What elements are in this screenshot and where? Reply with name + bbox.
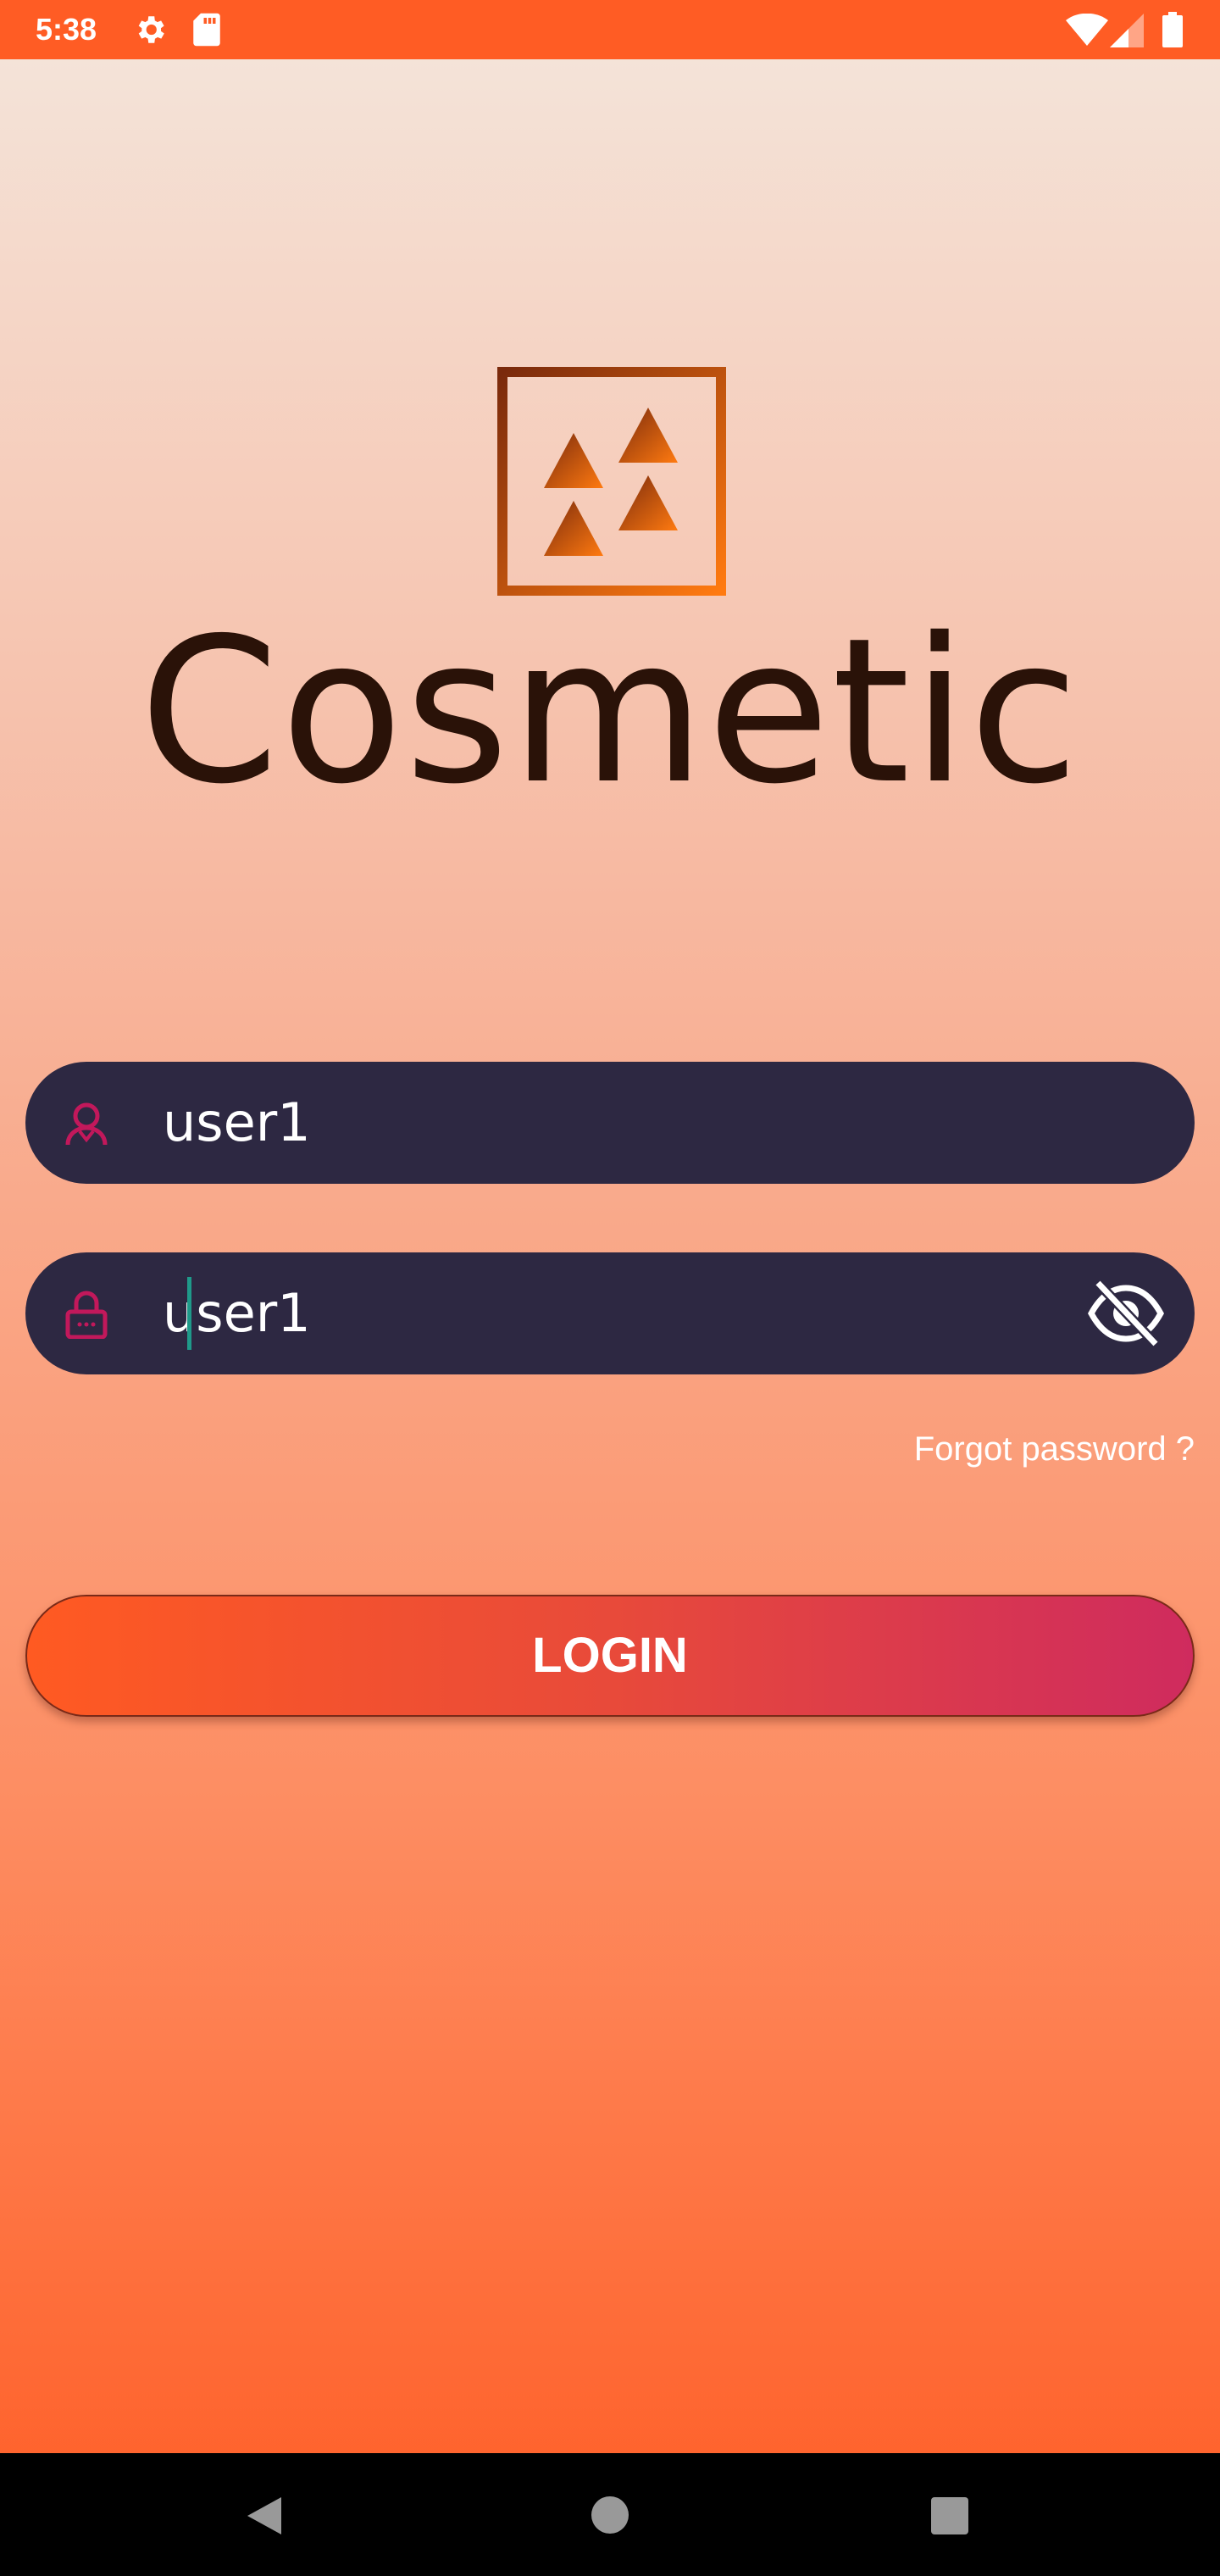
navigation-bar xyxy=(0,2453,1220,2576)
sd-card-icon xyxy=(190,12,224,51)
settings-icon xyxy=(132,12,168,51)
password-input[interactable] xyxy=(163,1252,1061,1374)
recents-icon[interactable] xyxy=(931,2497,968,2538)
eye-off-icon[interactable] xyxy=(1086,1278,1166,1349)
back-icon[interactable] xyxy=(244,2494,285,2541)
login-button[interactable]: LOGIN xyxy=(25,1595,1195,1717)
battery-icon xyxy=(1162,12,1183,51)
home-icon[interactable] xyxy=(591,2496,629,2538)
signal-icon xyxy=(1110,14,1144,51)
username-input[interactable] xyxy=(163,1062,1061,1184)
lock-icon xyxy=(61,1288,112,1340)
text-caret xyxy=(187,1277,191,1350)
username-field[interactable] xyxy=(25,1062,1195,1184)
status-bar: 5:38 xyxy=(0,0,1220,59)
status-time: 5:38 xyxy=(36,12,97,47)
brand-title: Cosmetic xyxy=(139,595,1081,828)
forgot-password-link[interactable]: Forgot password ? xyxy=(914,1430,1195,1468)
password-field[interactable] xyxy=(25,1252,1195,1374)
person-icon xyxy=(61,1097,112,1148)
triangles-logo xyxy=(497,367,726,596)
wifi-icon xyxy=(1066,13,1108,51)
